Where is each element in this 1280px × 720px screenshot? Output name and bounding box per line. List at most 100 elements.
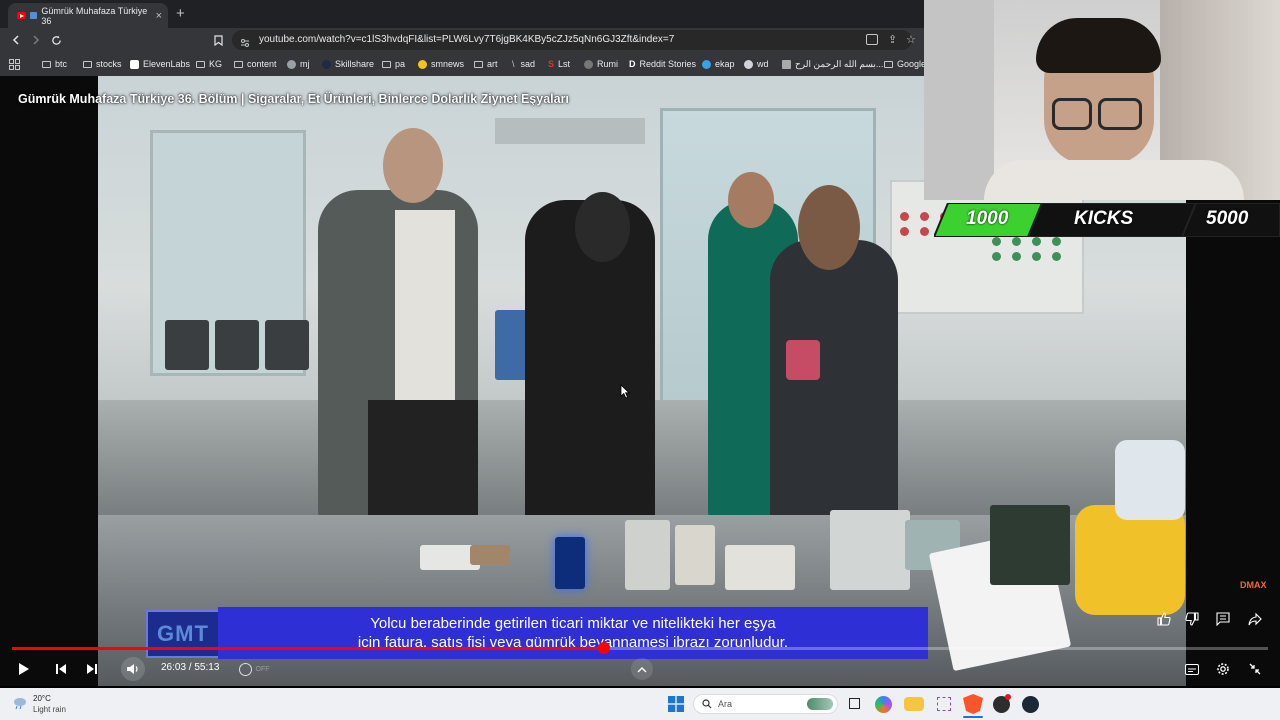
comment-icon <box>1216 612 1230 626</box>
bookmark-art[interactable]: art <box>474 57 498 71</box>
bookmark-ekap[interactable]: ekap <box>702 57 735 71</box>
share-button[interactable] <box>1243 607 1267 631</box>
settings-button[interactable] <box>1211 657 1235 681</box>
webcam-glasses <box>1098 98 1142 130</box>
back-button[interactable] <box>6 28 26 52</box>
bookmark-smnews[interactable]: smnews <box>418 57 464 71</box>
browser-tab-active[interactable]: Gümrük Muhafaza Türkiye 36 × <box>8 3 168 28</box>
active-app-indicator <box>963 716 983 718</box>
scene-box <box>725 545 795 590</box>
like-button[interactable] <box>1152 607 1176 631</box>
play-icon <box>19 663 29 675</box>
volume-button[interactable] <box>120 657 146 681</box>
autoplay-icon <box>238 662 252 676</box>
globe-icon <box>584 59 593 69</box>
site-info-icon[interactable] <box>240 35 250 47</box>
scene-shirt <box>395 210 455 400</box>
bookmark-btc[interactable]: btc <box>42 57 67 71</box>
bookmark-wd[interactable]: wd <box>744 57 769 71</box>
skip-next-icon <box>87 664 97 674</box>
comments-button[interactable] <box>1211 607 1235 631</box>
bookmark-elevenlabs[interactable]: ElevenLabs <box>130 57 190 71</box>
exit-fullscreen-button[interactable] <box>1243 657 1267 681</box>
bookmark-sad[interactable]: \ sad <box>512 57 535 71</box>
skillshare-icon <box>322 59 331 69</box>
scene-box <box>830 510 910 590</box>
tab-close-icon[interactable]: × <box>156 10 162 22</box>
search-highlight-icon <box>807 698 833 710</box>
d-logo-icon: D <box>629 59 636 69</box>
scene-trousers <box>368 400 478 520</box>
folder-icon <box>42 60 51 68</box>
back-arrow-icon <box>12 35 19 45</box>
previous-button[interactable] <box>49 657 73 681</box>
bookmark-kg[interactable]: KG <box>196 57 222 71</box>
bookmark-pa[interactable]: pa <box>382 57 405 71</box>
task-view-icon <box>849 698 860 709</box>
scene-chair <box>215 320 259 370</box>
notification-dot <box>1005 694 1011 700</box>
autoplay-toggle[interactable]: OFF <box>236 657 272 681</box>
scene-box <box>675 525 715 585</box>
forward-arrow-icon <box>33 35 40 45</box>
bookmark-star-icon[interactable]: ☆ <box>906 33 916 46</box>
search-placeholder: Ara <box>718 699 733 709</box>
scene-head-blurred <box>798 185 860 270</box>
forward-button[interactable] <box>26 28 46 52</box>
brave-browser-icon[interactable] <box>963 694 983 714</box>
webcam-shirt <box>984 160 1244 200</box>
goal-label: KICKS <box>1074 208 1134 229</box>
new-tab-button[interactable]: + <box>176 5 185 22</box>
taskbar-search[interactable]: Ara <box>693 694 838 714</box>
bookmark-google[interactable]: Google <box>884 57 926 71</box>
channel-logo: GMT <box>146 610 220 658</box>
scene-head-blurred <box>575 192 630 262</box>
dislike-button[interactable] <box>1180 607 1204 631</box>
bookmark-rumi[interactable]: Rumi <box>584 57 618 71</box>
bookmark-skillshare[interactable]: Skillshare <box>322 57 374 71</box>
scene-yellow-bag <box>1075 505 1185 615</box>
file-explorer-icon[interactable] <box>904 697 924 711</box>
thumbs-up-icon <box>1157 612 1171 626</box>
steam-icon[interactable] <box>1022 696 1039 713</box>
progress-scrubber[interactable] <box>598 642 610 654</box>
bookmark-page-button[interactable] <box>208 28 228 52</box>
thumbs-down-icon <box>1185 612 1199 626</box>
subtitle-box: Yolcu beraberinde getirilen ticari mikta… <box>218 607 928 659</box>
snipping-tool-icon <box>937 697 951 711</box>
gear-icon <box>1217 663 1229 675</box>
scene-sign <box>495 118 645 144</box>
scene-item <box>470 545 510 565</box>
snipping-tool-button[interactable] <box>934 694 954 714</box>
reload-button[interactable] <box>46 28 66 52</box>
next-button[interactable] <box>80 657 104 681</box>
play-button[interactable] <box>12 657 36 681</box>
cast-icon[interactable] <box>866 34 878 45</box>
bookmark-content[interactable]: content <box>234 57 277 71</box>
folder-icon <box>382 60 391 68</box>
bookmark-stocks[interactable]: stocks <box>83 57 122 71</box>
time-display: 26:03 / 55:13 <box>161 662 220 673</box>
watermark: DMAX <box>1240 580 1267 590</box>
goal-target: 5000 <box>1206 208 1249 229</box>
captions-icon <box>1185 663 1199 675</box>
expand-button[interactable] <box>630 657 654 681</box>
bookmark-arabic[interactable]: بسم الله الرحمن الرح... <box>782 57 883 71</box>
bookmark-reddit-stories[interactable]: D Reddit Stories <box>629 57 696 71</box>
webcam-hair <box>1036 18 1161 73</box>
windows-start-button[interactable] <box>668 696 684 712</box>
reload-icon <box>51 35 61 45</box>
subtitles-button[interactable] <box>1180 657 1204 681</box>
youtube-icon <box>17 12 26 19</box>
bookmark-mj[interactable]: mj <box>287 57 310 71</box>
weather-temp: 20°C <box>33 694 51 703</box>
apps-icon[interactable] <box>9 57 20 71</box>
copilot-icon[interactable] <box>875 696 892 713</box>
folder-icon <box>83 60 92 68</box>
bookmark-lst[interactable]: S Lst <box>548 57 570 71</box>
task-view-button[interactable] <box>845 694 865 714</box>
share-arrow-icon <box>1248 612 1262 626</box>
share-icon[interactable]: ⇪ <box>888 33 897 46</box>
ekap-icon <box>702 59 711 69</box>
github-icon <box>287 59 296 69</box>
